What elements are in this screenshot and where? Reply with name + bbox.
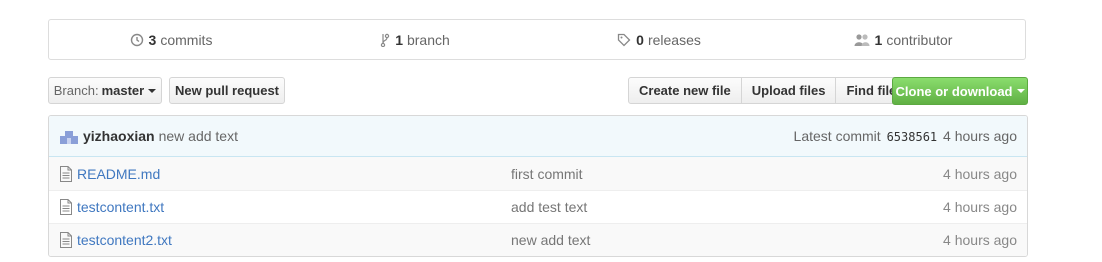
file-row: testcontent.txt add test text 4 hours ag…	[49, 190, 1027, 223]
releases-label: releases	[647, 31, 701, 48]
commits-count: 3	[148, 31, 157, 48]
file-name-link[interactable]: testcontent.txt	[77, 199, 511, 215]
file-age: 4 hours ago	[943, 232, 1017, 248]
latest-commit-bar: yizhaoxian new add text Latest commit 65…	[49, 116, 1027, 157]
clone-label: Clone or download	[895, 83, 1013, 99]
file-commit-message-link[interactable]: first commit	[511, 166, 943, 182]
file-age: 4 hours ago	[943, 199, 1017, 215]
commit-age: 4 hours ago	[943, 128, 1017, 144]
file-age: 4 hours ago	[943, 165, 1017, 182]
releases-link[interactable]: 0 releases	[537, 32, 781, 48]
file-commit-message-link[interactable]: new add text	[511, 232, 943, 248]
file-commit-message-link[interactable]: add test text	[511, 199, 943, 215]
contributors-count: 1	[874, 31, 883, 48]
branches-link[interactable]: 1 branch	[293, 32, 537, 48]
new-pull-request-button[interactable]: New pull request	[169, 77, 285, 104]
tag-icon	[617, 33, 631, 46]
file-row: README.md first commit 4 hours ago	[49, 157, 1027, 190]
file-name-link[interactable]: README.md	[77, 166, 511, 182]
branch-name: master	[101, 83, 145, 98]
caret-down-icon	[1016, 89, 1025, 93]
branches-label: branch	[406, 31, 450, 48]
commit-message-link[interactable]: new add text	[159, 128, 238, 144]
file-text-icon	[60, 232, 72, 248]
file-name-link[interactable]: testcontent2.txt	[77, 232, 511, 248]
contributors-label: contributor	[886, 31, 953, 48]
file-text-icon	[60, 165, 72, 182]
file-row: testcontent2.txt new add text 4 hours ag…	[49, 223, 1027, 256]
avatar[interactable]	[59, 126, 79, 146]
commit-sha-link[interactable]: 6538561	[887, 130, 938, 144]
history-icon	[130, 33, 143, 46]
git-branch-icon	[380, 33, 390, 47]
file-text-icon	[60, 199, 72, 215]
caret-down-icon	[148, 88, 157, 93]
branch-prefix: Branch:	[53, 83, 99, 98]
commit-author-link[interactable]: yizhaoxian	[83, 128, 155, 144]
commit-meta: Latest commit 6538561 4 hours ago	[794, 128, 1017, 144]
branches-count: 1	[395, 31, 403, 48]
commits-label: commits	[160, 31, 213, 48]
latest-commit-label: Latest commit	[793, 128, 881, 144]
file-actions-group: Create new file Upload files Find file	[628, 77, 908, 104]
create-new-file-button[interactable]: Create new file	[628, 77, 742, 104]
clone-or-download-button[interactable]: Clone or download	[892, 77, 1028, 105]
branch-select-button[interactable]: Branch: master	[48, 77, 162, 104]
file-table: yizhaoxian new add text Latest commit 65…	[48, 115, 1028, 257]
releases-count: 0	[636, 31, 644, 48]
upload-files-button[interactable]: Upload files	[740, 77, 837, 104]
commits-link[interactable]: 3 commits	[49, 32, 293, 48]
contributors-link[interactable]: 1 contributor	[781, 32, 1025, 48]
organization-icon	[854, 33, 870, 46]
file-list: README.md first commit 4 hours ago testc…	[49, 157, 1027, 256]
repo-numbers-summary: 3 commits 1 branch 0 releases 1 contribu…	[48, 19, 1026, 60]
